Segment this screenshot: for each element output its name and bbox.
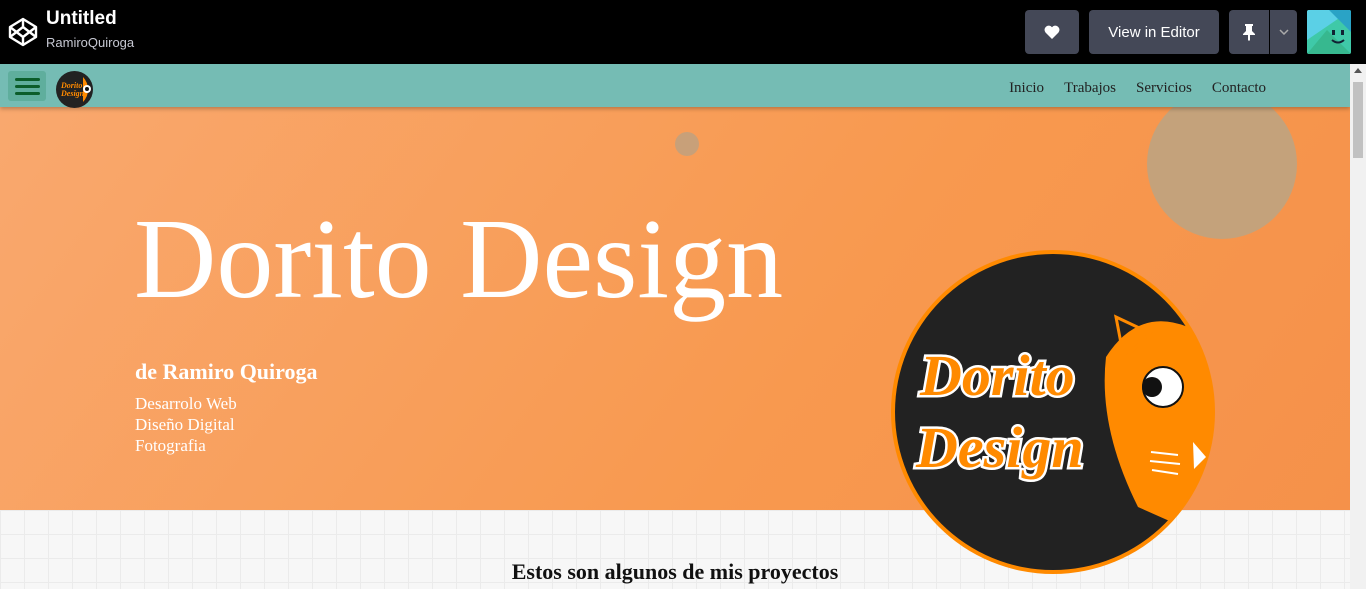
view-in-editor-button[interactable]: View in Editor — [1089, 10, 1219, 54]
heart-icon — [1044, 25, 1060, 39]
site-navbar: Dorito Design Inicio Trabajos Servicios … — [0, 64, 1350, 108]
hero-subtitle: de Ramiro Quiroga — [135, 359, 318, 384]
decorative-bubble — [1147, 107, 1297, 239]
pen-author[interactable]: RamiroQuiroga — [46, 35, 134, 50]
services-list: Desarrolo Web Diseño Digital Fotografia — [135, 393, 237, 456]
service-item: Fotografia — [135, 436, 206, 455]
codepen-logo-icon[interactable] — [8, 16, 38, 48]
preview-scrollbar[interactable] — [1350, 64, 1366, 589]
scroll-up-icon[interactable] — [1354, 68, 1362, 73]
avatar[interactable] — [1307, 10, 1351, 54]
svg-text:Design: Design — [60, 89, 85, 98]
decorative-bubble — [675, 132, 699, 156]
chevron-down-icon — [1278, 29, 1289, 35]
nav-link-inicio[interactable]: Inicio — [1009, 80, 1044, 97]
service-item: Desarrolo Web — [135, 394, 237, 413]
nav-link-trabajos[interactable]: Trabajos — [1064, 80, 1116, 97]
scrollbar-thumb[interactable] — [1353, 82, 1363, 158]
logo-word-dorito: Dorito — [919, 343, 1075, 408]
nav-link-contacto[interactable]: Contacto — [1212, 80, 1266, 97]
nav-link-servicios[interactable]: Servicios — [1136, 80, 1192, 97]
dorito-design-logo: Dorito Design — [891, 250, 1215, 574]
site-logo[interactable]: Dorito Design — [56, 71, 93, 108]
pin-options-dropdown[interactable] — [1270, 10, 1297, 54]
service-item: Diseño Digital — [135, 415, 235, 434]
hero-title: Dorito Design — [134, 195, 784, 322]
heart-button[interactable] — [1025, 10, 1079, 54]
pin-button[interactable] — [1229, 10, 1269, 54]
pin-icon — [1243, 24, 1255, 41]
pen-title[interactable]: Untitled — [46, 8, 117, 30]
menu-icon[interactable] — [8, 71, 46, 101]
nav-links: Inicio Trabajos Servicios Contacto — [1009, 80, 1266, 97]
logo-word-design: Design — [915, 415, 1084, 480]
codepen-header: Untitled RamiroQuiroga View in Editor — [0, 0, 1366, 64]
pen-preview: Dorito Design Inicio Trabajos Servicios … — [0, 64, 1350, 589]
